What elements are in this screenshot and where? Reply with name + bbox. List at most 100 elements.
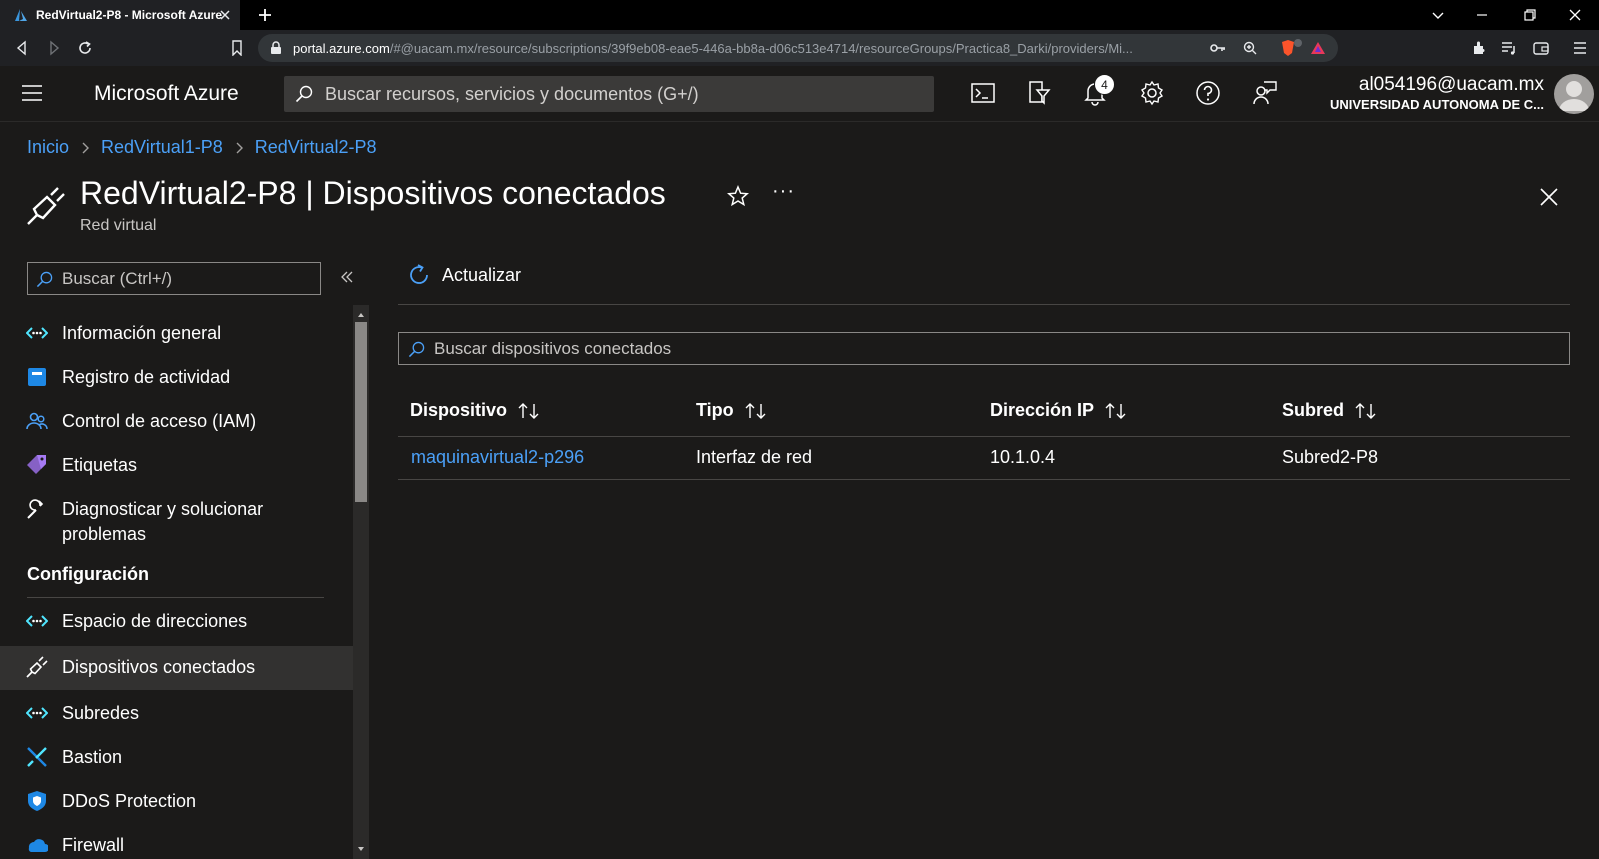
sort-icon[interactable] [734, 401, 768, 421]
nav-group-configuracion: Configuración [27, 564, 149, 584]
url-text: portal.azure.com/#@uacam.mx/resource/sub… [293, 41, 1193, 56]
address-bar[interactable]: portal.azure.com/#@uacam.mx/resource/sub… [258, 34, 1338, 62]
tab-title: RedVirtual2-P8 - Microsoft Azure [36, 8, 223, 22]
browser-tab[interactable]: RedVirtual2-P8 - Microsoft Azure [0, 0, 240, 30]
wallet-icon[interactable] [1533, 40, 1549, 56]
url-path: /#@uacam.mx/resource/subscriptions/39f9e… [389, 41, 1133, 56]
vnet-overview-icon [26, 322, 48, 344]
sort-icon[interactable] [507, 401, 541, 421]
sidebar-item-address-space[interactable]: Espacio de direcciones [0, 602, 353, 642]
settings-gear-icon[interactable] [1139, 80, 1165, 106]
media-queue-icon[interactable] [1501, 40, 1517, 56]
back-icon[interactable] [14, 40, 30, 56]
favorite-star-icon[interactable] [727, 185, 749, 207]
page-title: RedVirtual2-P8 | Dispositivos conectados [80, 175, 666, 211]
sidebar-item-subnets[interactable]: Subredes [0, 694, 353, 734]
brave-rewards-icon[interactable] [1310, 41, 1326, 55]
browser-toolbar: portal.azure.com/#@uacam.mx/resource/sub… [0, 30, 1599, 66]
sort-icon[interactable] [1344, 401, 1378, 421]
sidebar-item-label: DDoS Protection [62, 791, 197, 811]
column-header-device[interactable]: Dispositivo [410, 400, 541, 421]
breadcrumb-chevron-icon [80, 141, 90, 155]
sidebar-item-ddos[interactable]: DDoS Protection [0, 782, 353, 822]
avatar[interactable] [1554, 74, 1594, 114]
bookmark-icon[interactable] [230, 40, 244, 56]
address-space-icon [26, 610, 48, 632]
search-icon [36, 271, 53, 288]
new-tab-icon[interactable] [256, 6, 274, 24]
collapse-menu-icon[interactable] [340, 270, 354, 284]
resource-menu: Información general Registro de activida… [0, 305, 353, 859]
extensions-icon[interactable] [1472, 40, 1488, 56]
plug-icon [26, 656, 48, 678]
sidebar-item-diagnose[interactable]: Diagnosticar y solucionar problemas [0, 490, 353, 550]
breadcrumb-chevron-icon [234, 141, 244, 155]
command-bar-divider [398, 304, 1570, 305]
restore-icon[interactable] [1522, 7, 1538, 23]
sidebar-item-iam[interactable]: Control de acceso (IAM) [0, 402, 353, 442]
sidebar-item-firewall[interactable]: Firewall [0, 826, 353, 859]
sidebar-item-label: Firewall [62, 835, 125, 855]
browser-menu-icon[interactable] [1572, 40, 1588, 56]
portal-menu-icon[interactable] [21, 84, 43, 102]
sort-icon[interactable] [1094, 401, 1128, 421]
column-header-subnet[interactable]: Subred [1282, 400, 1378, 421]
device-link[interactable]: maquinavirtual2-p296 [411, 447, 584, 468]
breadcrumb-vnet2[interactable]: RedVirtual2-P8 [255, 137, 377, 158]
breadcrumb-vnet1[interactable]: RedVirtual1-P8 [101, 137, 223, 158]
minimize-icon[interactable] [1474, 7, 1490, 23]
breadcrumb: Inicio RedVirtual1-P8 RedVirtual2-P8 [27, 137, 377, 158]
refresh-icon [408, 263, 432, 287]
tab-list-chevron-icon[interactable] [1430, 7, 1446, 23]
column-header-label: Dispositivo [410, 400, 508, 420]
search-icon [408, 341, 425, 358]
sidebar-item-activity-log[interactable]: Registro de actividad [0, 358, 353, 398]
close-window-icon[interactable] [1567, 7, 1583, 23]
devices-search-input[interactable]: Buscar dispositivos conectados [398, 332, 1570, 365]
column-header-ip[interactable]: Dirección IP [990, 400, 1128, 421]
page-subtitle: Red virtual [80, 217, 157, 234]
sidebar-item-label: Diagnosticar y solucionar problemas [62, 499, 264, 544]
sidebar-item-bastion[interactable]: Bastion [0, 738, 353, 778]
connected-devices-plug-icon [25, 185, 67, 227]
sidebar-item-tags[interactable]: Etiquetas [0, 446, 353, 486]
reload-icon[interactable] [77, 40, 93, 56]
sidebar-item-overview[interactable]: Información general [0, 314, 353, 354]
lock-icon[interactable] [270, 41, 282, 55]
account-info[interactable]: al054196@uacam.mx UNIVERSIDAD AUTONOMA D… [1330, 74, 1544, 112]
sidebar-item-connected-devices[interactable]: Dispositivos conectados [0, 646, 353, 690]
refresh-button[interactable]: Actualizar [408, 263, 521, 287]
activity-log-icon [26, 366, 48, 388]
breadcrumb-home[interactable]: Inicio [27, 137, 69, 158]
key-icon[interactable] [1210, 41, 1226, 55]
devices-search-placeholder: Buscar dispositivos conectados [434, 339, 672, 358]
shield-icon [26, 790, 48, 812]
help-icon[interactable] [1195, 80, 1221, 106]
subnet-icon [26, 702, 48, 724]
device-ip: 10.1.0.4 [990, 447, 1056, 467]
directory-filter-icon[interactable] [1027, 80, 1051, 106]
connected-devices-table: Dispositivo Tipo Dirección IP Subred maq… [398, 392, 1570, 480]
table-row[interactable]: maquinavirtual2-p296 Interfaz de red 10.… [398, 437, 1570, 480]
sidebar-item-label: Etiquetas [62, 455, 138, 475]
feedback-icon[interactable] [1252, 80, 1278, 106]
cloud-shell-icon[interactable] [970, 80, 996, 106]
zoom-icon[interactable] [1243, 41, 1257, 55]
global-search-input[interactable]: Buscar recursos, servicios y documentos … [284, 76, 934, 112]
forward-icon[interactable] [46, 40, 62, 56]
sidebar-item-label: Información general [62, 323, 222, 343]
device-subnet: Subred2-P8 [1282, 447, 1379, 467]
brand-name[interactable]: Microsoft Azure [94, 82, 239, 106]
close-blade-icon[interactable] [1538, 186, 1560, 208]
refresh-label: Actualizar [442, 264, 522, 285]
menu-search-placeholder: Buscar (Ctrl+/) [62, 269, 173, 288]
menu-search-input[interactable]: Buscar (Ctrl+/) [27, 262, 321, 295]
menu-scrollbar-thumb[interactable] [355, 322, 367, 502]
more-options-icon[interactable]: ··· [772, 180, 795, 203]
brave-shields-icon[interactable] [1280, 39, 1302, 57]
sidebar-item-label: Espacio de direcciones [62, 611, 248, 631]
tab-close-icon[interactable] [218, 8, 232, 22]
column-header-type[interactable]: Tipo [696, 400, 768, 421]
iam-icon [26, 410, 48, 432]
azure-header: Microsoft Azure Buscar recursos, servici… [0, 66, 1599, 122]
